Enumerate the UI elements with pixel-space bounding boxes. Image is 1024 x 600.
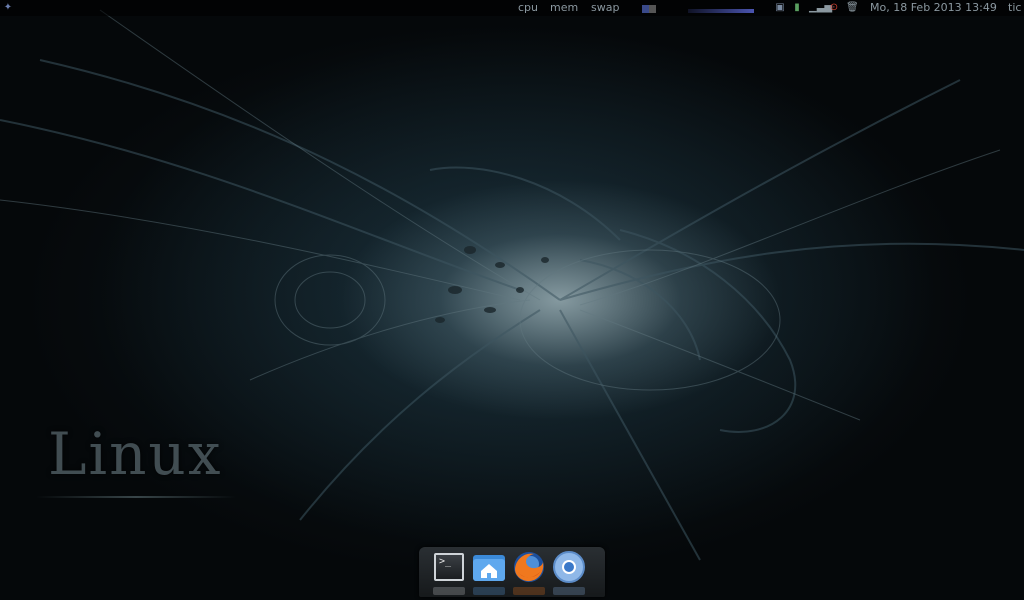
- signal-strength-icon[interactable]: ▁▃▅: [809, 2, 832, 14]
- desktop-wallpaper: [0, 0, 1024, 600]
- user-menu[interactable]: tic: [1008, 0, 1021, 16]
- swap-label[interactable]: swap: [591, 0, 619, 16]
- dock: >_: [419, 547, 605, 597]
- logo-underline: [36, 496, 236, 498]
- tray-app-icon[interactable]: ▣: [774, 2, 786, 14]
- home-folder-icon: [473, 555, 505, 581]
- top-panel: ✦ cpu mem swap ▣ ▮ ▁▃▅ ⊙ 🗑 Mo, 18 Feb 20…: [0, 0, 1024, 16]
- linux-logo-text: Linux: [48, 420, 223, 488]
- battery-icon[interactable]: ▮: [791, 2, 803, 14]
- network-graph[interactable]: [688, 9, 754, 13]
- workspace-switcher[interactable]: [642, 5, 656, 13]
- cpu-label[interactable]: cpu: [518, 0, 538, 16]
- firefox-reflection: [513, 587, 545, 595]
- dock-item-chromium[interactable]: [551, 549, 587, 585]
- dock-item-firefox[interactable]: [511, 549, 547, 585]
- mem-label[interactable]: mem: [550, 0, 578, 16]
- dock-item-terminal[interactable]: >_: [431, 549, 467, 585]
- dock-item-home-folder[interactable]: [471, 549, 507, 585]
- chromium-reflection: [553, 587, 585, 595]
- terminal-icon: >_: [434, 553, 464, 581]
- trash-icon[interactable]: 🗑: [846, 2, 859, 14]
- app-menu-icon[interactable]: ✦: [2, 2, 14, 14]
- home-folder-reflection: [473, 587, 505, 595]
- update-notifier-icon[interactable]: ⊙: [828, 2, 840, 14]
- chromium-icon: [553, 551, 585, 583]
- firefox-icon: [514, 552, 544, 582]
- wallpaper-swirls: [0, 9, 1024, 561]
- clock[interactable]: Mo, 18 Feb 2013 13:49: [870, 0, 997, 16]
- terminal-reflection: [433, 587, 465, 595]
